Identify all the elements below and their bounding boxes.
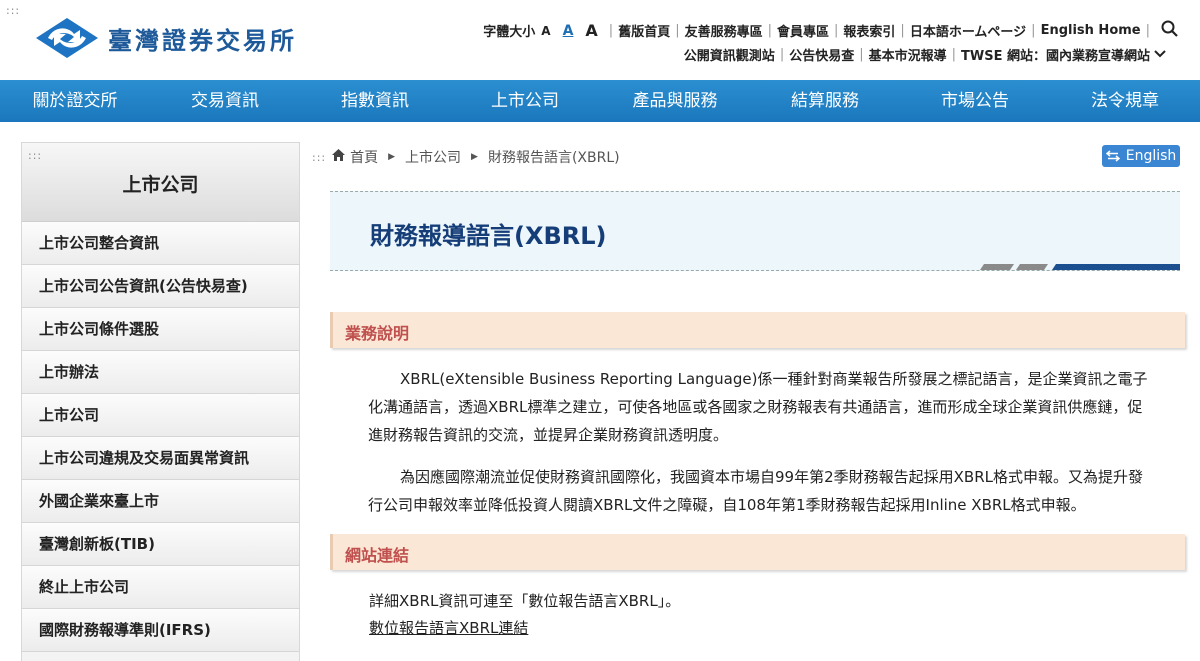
link-report-index[interactable]: 報表索引 <box>843 21 895 40</box>
sidebar-item-integrated-info[interactable]: 上市公司整合資訊 <box>22 222 299 265</box>
main-nav: 關於證交所 交易資訊 指數資訊 上市公司 產品與服務 結算服務 市場公告 法令規… <box>0 80 1200 122</box>
link-market-report[interactable]: 基本市況報導 <box>869 45 947 64</box>
nav-products[interactable]: 產品與服務 <box>600 80 750 122</box>
search-icon[interactable] <box>1161 20 1178 41</box>
home-icon[interactable] <box>332 149 346 165</box>
nav-listed-companies[interactable]: 上市公司 <box>450 80 600 122</box>
font-size-small[interactable]: A <box>541 24 550 38</box>
utility-links-row1: 字體大小 A A A | 舊版首頁 | 友善服務專區 | 會員專區 | 報表索引… <box>483 20 1178 41</box>
divider: | <box>859 47 864 62</box>
nav-clearing[interactable]: 結算服務 <box>750 80 900 122</box>
sidebar-item-delisted[interactable]: 終止上市公司 <box>22 566 299 609</box>
divider: | <box>675 23 680 38</box>
font-size-label: 字體大小 <box>483 25 536 40</box>
sidebar-item-listing-rules[interactable]: 上市辦法 <box>22 351 299 394</box>
font-size-large[interactable]: A <box>585 21 597 40</box>
accesskey-marker[interactable]: ::: <box>6 4 20 17</box>
content-accesskey-marker[interactable]: ::: <box>312 151 326 164</box>
sidebar: ::: 上市公司 上市公司整合資訊 上市公司公告資訊(公告快易查) 上市公司條件… <box>21 142 300 661</box>
breadcrumb: ::: 首頁 ▶ 上市公司 ▶ 財務報告語言(XBRL) <box>312 147 620 167</box>
link-member-area[interactable]: 會員專區 <box>777 21 829 40</box>
breadcrumb-home[interactable]: 首頁 <box>350 147 378 167</box>
twse-logo[interactable]: 臺灣證券交易所 <box>34 16 297 60</box>
section-heading-business: 業務說明 <box>330 312 1185 348</box>
link-announcement-query[interactable]: 公告快易查 <box>789 45 854 64</box>
divider: | <box>834 23 839 38</box>
swap-icon <box>1105 150 1120 162</box>
sidebar-title: 上市公司 <box>122 174 199 196</box>
links-description: 詳細XBRL資訊可連至「數位報告語言XBRL」。 <box>369 592 681 610</box>
sidebar-header: ::: 上市公司 <box>22 143 299 222</box>
sidebar-item-stock-screener[interactable]: 上市公司條件選股 <box>22 308 299 351</box>
english-button-label: English <box>1125 148 1177 164</box>
divider: | <box>1031 23 1036 38</box>
english-button[interactable]: English <box>1102 145 1180 167</box>
divider: | <box>767 23 772 38</box>
divider: | <box>1145 23 1150 38</box>
sidebar-item-ifrs[interactable]: 國際財務報導準則(IFRS) <box>22 609 299 652</box>
utility-links-row2: 公開資訊觀測站 | 公告快易查 | 基本市況報導 | TWSE 網站：國內業務宣… <box>684 45 1166 64</box>
chevron-down-icon[interactable] <box>1154 47 1166 62</box>
title-decoration <box>980 264 1180 270</box>
link-english-home[interactable]: English Home <box>1041 23 1141 38</box>
link-japanese-home[interactable]: 日本語ホームページ <box>910 21 1026 40</box>
divider: | <box>779 47 785 62</box>
paragraph-xbrl-intro: XBRL(eXtensible Business Reporting Langu… <box>368 370 1148 444</box>
breadcrumb-current: 財務報告語言(XBRL) <box>487 150 620 166</box>
nav-announcements[interactable]: 市場公告 <box>900 80 1050 122</box>
sidebar-item-tib[interactable]: 臺灣創新板(TIB) <box>22 523 299 566</box>
breadcrumb-arrow-icon: ▶ <box>471 152 478 162</box>
link-friendly-service[interactable]: 友善服務專區 <box>685 21 763 40</box>
sidebar-item-foreign-listing[interactable]: 外國企業來臺上市 <box>22 480 299 523</box>
breadcrumb-level1[interactable]: 上市公司 <box>405 147 461 167</box>
divider: | <box>900 23 905 38</box>
page-title-box: 財務報導語言(XBRL) <box>330 191 1180 271</box>
breadcrumb-arrow-icon: ▶ <box>388 152 396 162</box>
nav-trading[interactable]: 交易資訊 <box>150 80 300 122</box>
logo-text: 臺灣證券交易所 <box>108 25 297 55</box>
link-old-home[interactable]: 舊版首頁 <box>618 21 670 40</box>
xbrl-website-link[interactable]: 數位報告語言XBRL連結 <box>369 617 528 638</box>
section-heading-business-text: 業務說明 <box>345 324 410 343</box>
sidebar-item-violations[interactable]: 上市公司違規及交易面異常資訊 <box>22 437 299 480</box>
page-title: 財務報導語言(XBRL) <box>370 222 607 250</box>
divider: | <box>608 23 614 38</box>
link-mops[interactable]: 公開資訊觀測站 <box>684 45 775 64</box>
twse-logo-icon <box>36 18 98 58</box>
font-size-medium[interactable]: A <box>563 23 574 39</box>
section-heading-links-text: 網站連結 <box>345 546 410 565</box>
sidebar-accesskey-marker[interactable]: ::: <box>28 149 42 162</box>
nav-index[interactable]: 指數資訊 <box>300 80 450 122</box>
divider: | <box>951 47 957 62</box>
nav-regulations[interactable]: 法令規章 <box>1050 80 1200 122</box>
link-domestic-promo[interactable]: TWSE 網站：國內業務宣導網站 <box>961 45 1150 64</box>
nav-about[interactable]: 關於證交所 <box>0 80 150 122</box>
section-heading-links: 網站連結 <box>330 534 1185 570</box>
paragraph-xbrl-adoption: 為因應國際潮流並促使財務資訊國際化，我國資本市場自99年第2季財務報告起採用XB… <box>368 468 1143 514</box>
sidebar-item-announcements[interactable]: 上市公司公告資訊(公告快易查) <box>22 265 299 308</box>
sidebar-item-listed-companies[interactable]: 上市公司 <box>22 394 299 437</box>
